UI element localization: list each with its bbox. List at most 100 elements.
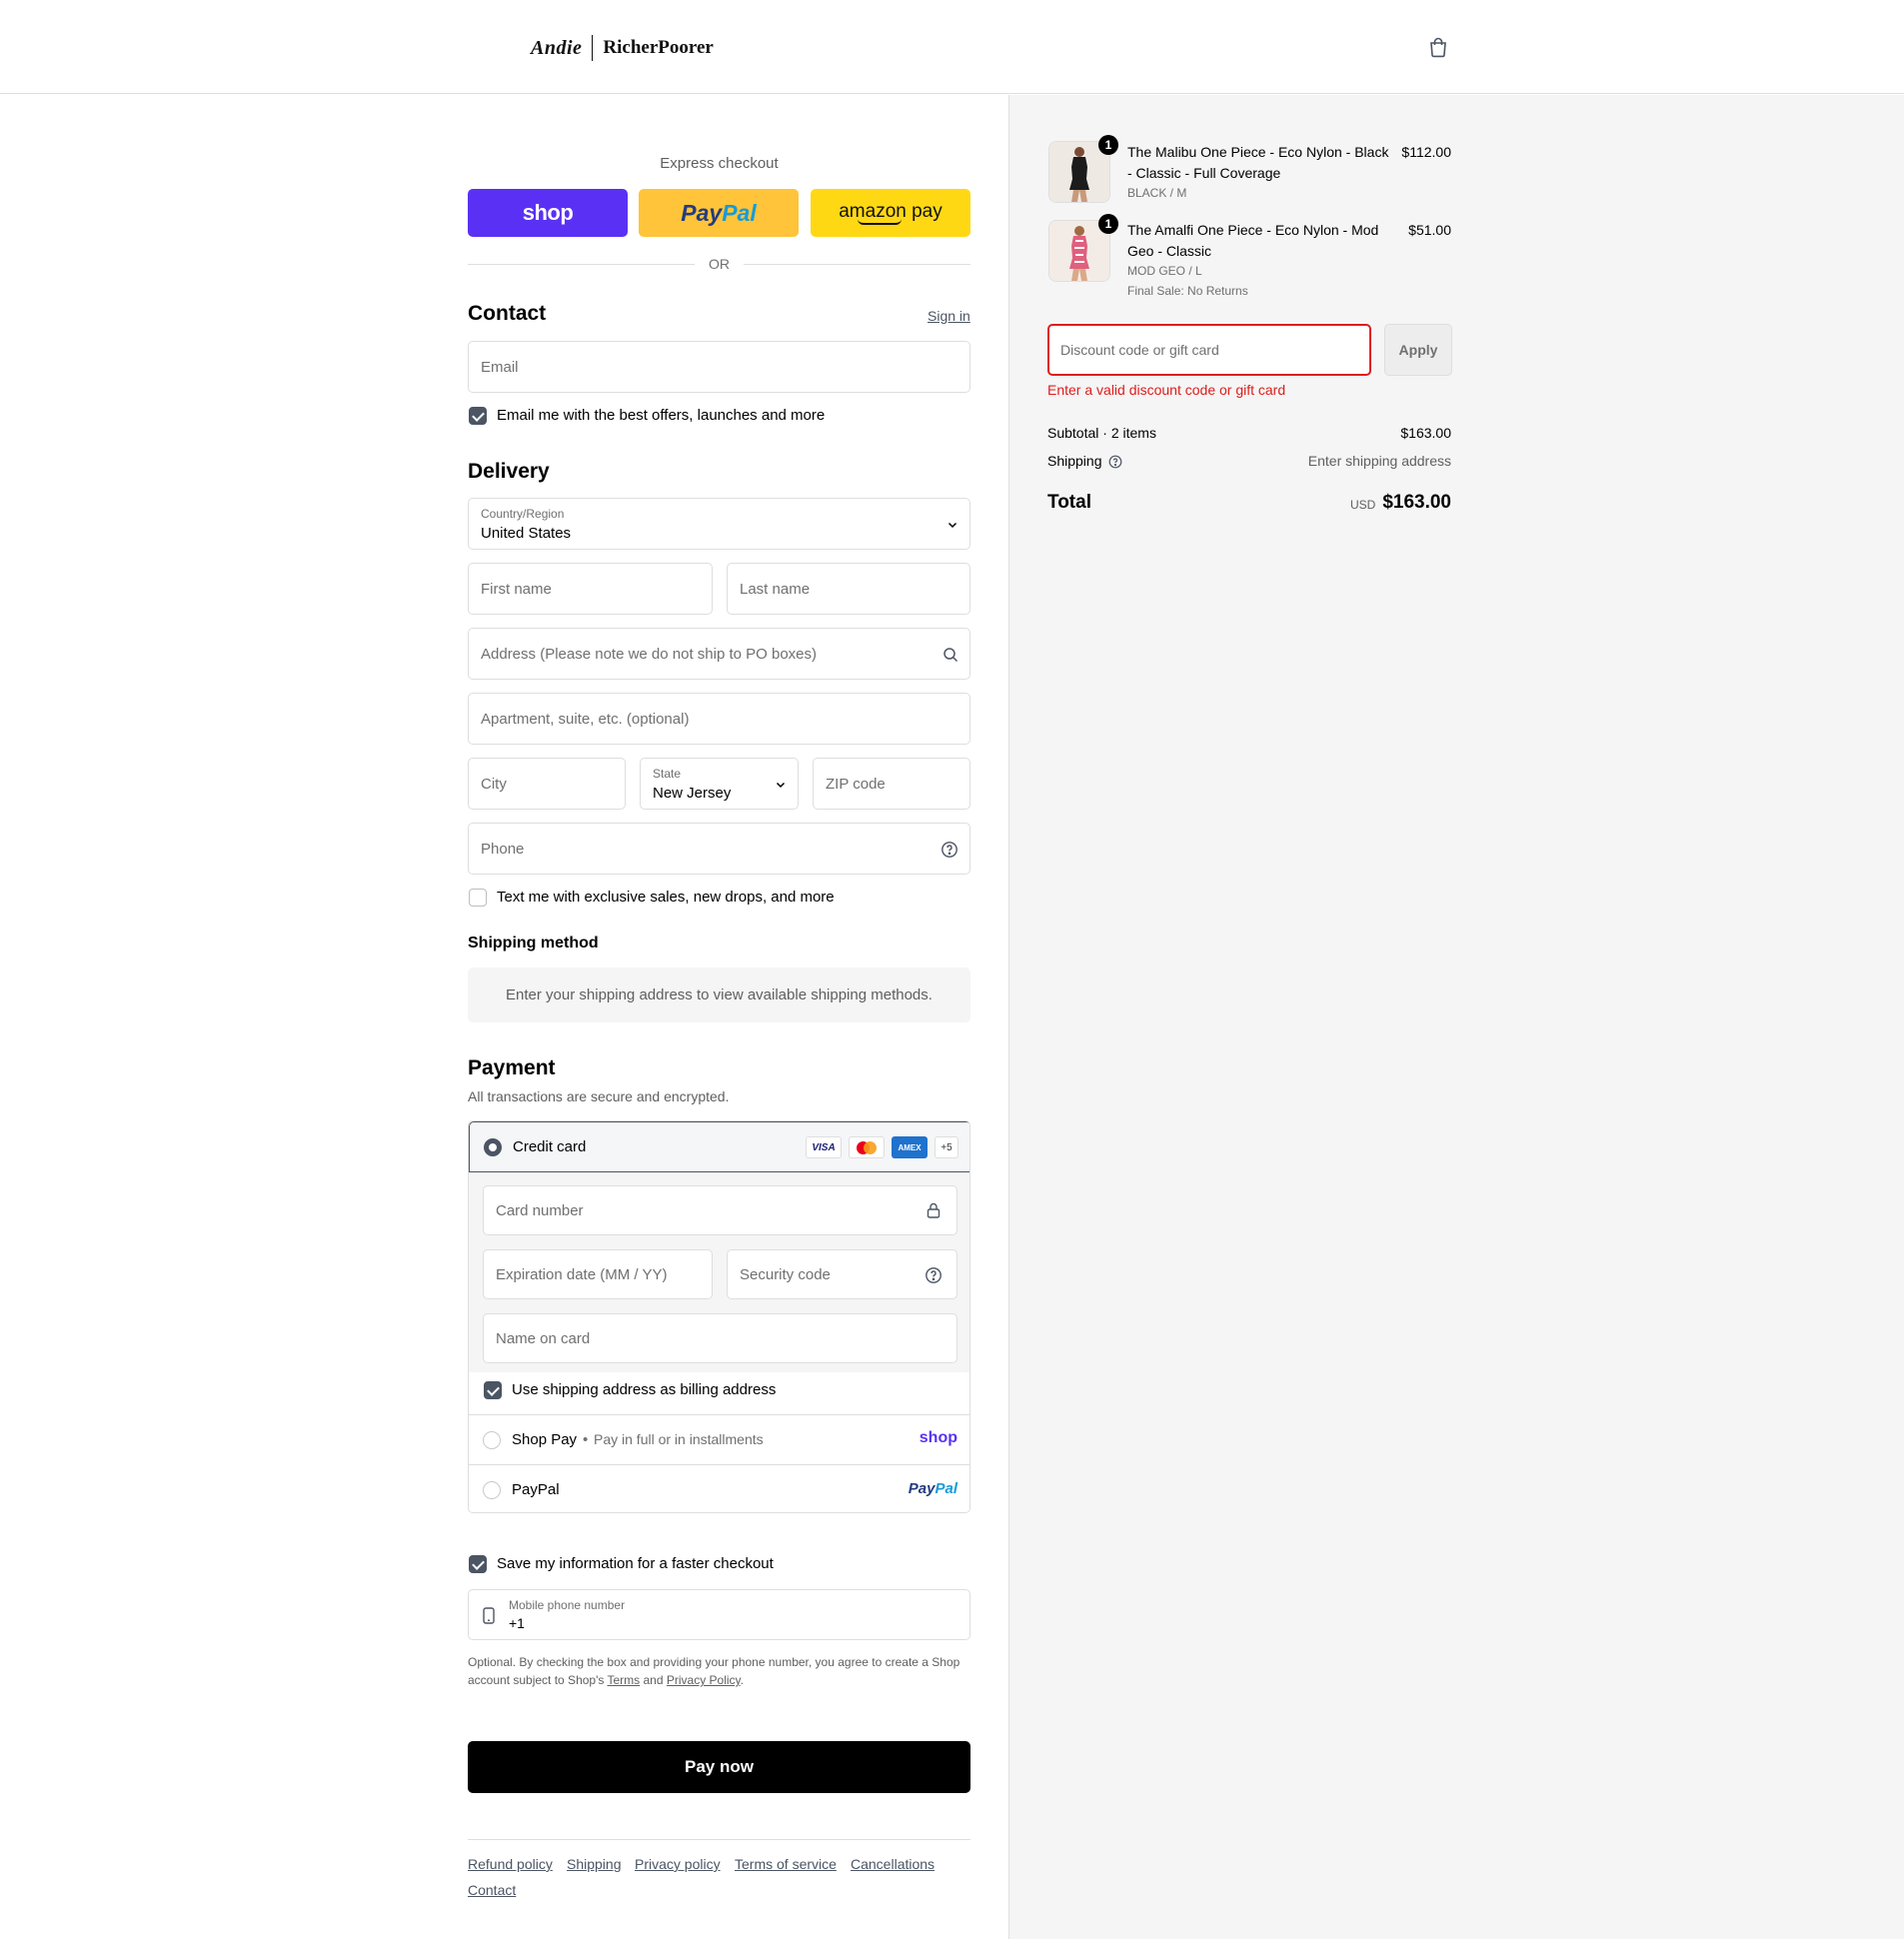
name-on-card-field[interactable]	[483, 1313, 957, 1363]
help-circle-icon[interactable]	[925, 1266, 943, 1284]
brand-divider	[592, 35, 594, 61]
payment-subtitle: All transactions are secure and encrypte…	[468, 1088, 730, 1104]
footer-terms-link[interactable]: Terms of service	[735, 1856, 837, 1872]
amazon-smile-icon	[858, 219, 902, 225]
address-input[interactable]	[469, 629, 969, 679]
newsletter-label: Email me with the best offers, launches …	[497, 407, 826, 424]
header: Andie RicherPoorer	[0, 0, 1904, 94]
save-info-checkbox[interactable]	[469, 1555, 487, 1573]
paypal-logo-pay: Pay	[908, 1480, 936, 1497]
brand-logo[interactable]: Andie RicherPoorer	[531, 33, 714, 63]
country-select[interactable]: Country/Region United States	[468, 498, 970, 550]
help-circle-icon[interactable]	[941, 841, 958, 859]
city-input[interactable]	[469, 759, 625, 809]
item-price: $112.00	[1401, 144, 1451, 160]
total-value: $163.00	[1382, 492, 1451, 513]
footer-contact-link[interactable]: Contact	[468, 1882, 516, 1898]
apply-discount-button[interactable]: Apply	[1384, 324, 1452, 376]
amazon-pay-express-button[interactable]: amazon pay	[811, 189, 970, 237]
payment-heading: Payment	[468, 1056, 556, 1079]
item-price: $51.00	[1408, 222, 1451, 238]
apartment-input[interactable]	[469, 694, 969, 744]
product-thumbnail: 1	[1048, 214, 1118, 282]
phone-input[interactable]	[469, 824, 969, 874]
chevron-down-icon	[776, 782, 786, 789]
total-label: Total	[1047, 492, 1091, 513]
shipping-method-heading: Shipping method	[468, 935, 599, 952]
sms-checkbox[interactable]	[469, 889, 487, 907]
phone-field[interactable]	[468, 823, 970, 875]
chevron-down-icon	[948, 522, 957, 529]
or-divider: OR	[468, 256, 970, 272]
paypal-express-button[interactable]: Pay Pal	[639, 189, 799, 237]
city-field[interactable]	[468, 758, 626, 810]
email-input[interactable]	[469, 342, 969, 392]
first-name-field[interactable]	[468, 563, 713, 615]
quantity-badge: 1	[1098, 135, 1118, 155]
card-number-field[interactable]	[483, 1185, 957, 1235]
shop-pay-radio[interactable]	[483, 1431, 501, 1449]
help-circle-icon[interactable]	[1108, 455, 1122, 469]
state-select[interactable]: State New Jersey	[640, 758, 799, 810]
item-name: The Amalfi One Piece - Eco Nylon - Mod G…	[1127, 222, 1379, 259]
paypal-option[interactable]: PayPal PayPal	[469, 1464, 969, 1512]
terms-link[interactable]: Terms	[608, 1673, 641, 1687]
amex-icon: AMEX	[892, 1136, 928, 1158]
shop-logo: shop	[522, 200, 574, 225]
shop-pay-express-button[interactable]: shop	[468, 189, 628, 237]
mobile-phone-field[interactable]: Mobile phone number +1	[468, 1589, 970, 1640]
discount-error: Enter a valid discount code or gift card	[1047, 382, 1286, 398]
paypal-logo-pal: Pal	[935, 1480, 957, 1497]
security-code-input[interactable]	[728, 1250, 956, 1298]
total-currency: USD	[1350, 498, 1376, 512]
brand-richerpoorer: RicherPoorer	[603, 37, 714, 58]
legal-end: .	[740, 1673, 745, 1687]
pay-now-button[interactable]: Pay now	[468, 1741, 970, 1793]
amazon-pay-logo: amazon pay	[839, 200, 943, 222]
paypal-logo-pal: Pal	[722, 199, 757, 226]
billing-same-checkbox[interactable]	[484, 1381, 502, 1399]
shopping-bag-icon[interactable]	[1427, 36, 1449, 58]
expiration-field[interactable]	[483, 1249, 713, 1299]
country-label: Country/Region	[481, 507, 565, 521]
shop-pay-subtitle: Pay in full or in installments	[594, 1431, 764, 1447]
shop-pay-bullet: •	[583, 1431, 589, 1448]
lock-icon	[927, 1202, 941, 1218]
privacy-policy-link[interactable]: Privacy Policy	[667, 1673, 741, 1687]
zip-field[interactable]	[813, 758, 970, 810]
contact-heading: Contact	[468, 302, 547, 325]
newsletter-checkbox[interactable]	[469, 407, 487, 425]
paypal-radio[interactable]	[483, 1481, 501, 1499]
save-info-label: Save my information for a faster checkou…	[497, 1555, 774, 1572]
zip-input[interactable]	[814, 759, 969, 809]
credit-card-radio[interactable]	[484, 1138, 502, 1156]
footer-cancellations-link[interactable]: Cancellations	[851, 1856, 935, 1872]
last-name-input[interactable]	[728, 564, 969, 614]
item-name: The Malibu One Piece - Eco Nylon - Black…	[1127, 144, 1389, 181]
brand-andie: Andie	[531, 36, 583, 59]
footer-refund-link[interactable]: Refund policy	[468, 1856, 553, 1872]
email-field[interactable]	[468, 341, 970, 393]
security-code-field[interactable]	[727, 1249, 957, 1299]
last-name-field[interactable]	[727, 563, 970, 615]
state-label: State	[653, 767, 682, 781]
sms-label: Text me with exclusive sales, new drops,…	[497, 889, 835, 906]
delivery-heading: Delivery	[468, 460, 550, 483]
expiration-input[interactable]	[484, 1250, 712, 1298]
address-field[interactable]	[468, 628, 970, 680]
sign-in-link[interactable]: Sign in	[928, 308, 970, 324]
discount-field[interactable]	[1047, 324, 1371, 376]
discount-input[interactable]	[1049, 326, 1369, 374]
country-value: United States	[481, 525, 572, 542]
footer-shipping-link[interactable]: Shipping	[567, 1856, 622, 1872]
name-on-card-input[interactable]	[484, 1314, 956, 1362]
paypal-logo: PayPal	[909, 1480, 957, 1497]
card-number-input[interactable]	[484, 1186, 956, 1234]
credit-card-option[interactable]: Credit card VISA AMEX +5	[469, 1121, 969, 1172]
shop-pay-option[interactable]: Shop Pay • Pay in full or in installment…	[469, 1414, 969, 1464]
apartment-field[interactable]	[468, 693, 970, 745]
first-name-input[interactable]	[469, 564, 712, 614]
footer-privacy-link[interactable]: Privacy policy	[635, 1856, 721, 1872]
credit-card-label: Credit card	[513, 1138, 587, 1155]
shipping-method-notice: Enter your shipping address to view avai…	[468, 968, 970, 1022]
